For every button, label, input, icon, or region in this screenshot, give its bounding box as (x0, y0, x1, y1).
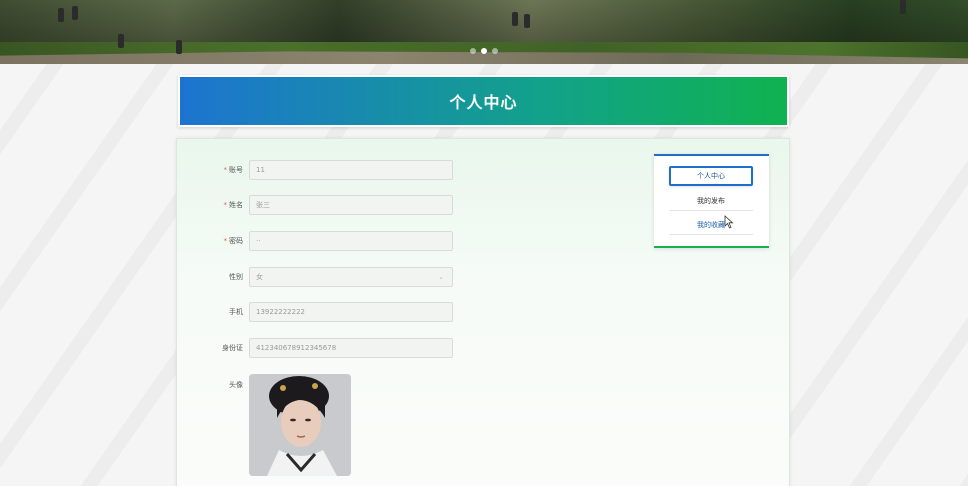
field-label: 头像 (229, 381, 243, 389)
field-label: 身份证 (222, 344, 243, 352)
menu-item-favorites[interactable]: 我的收藏 (669, 215, 753, 235)
banner-figure (118, 34, 124, 48)
page-title: 个人中心 (449, 93, 518, 112)
banner-figure (512, 12, 518, 26)
phone-input[interactable]: 13922222222 (249, 302, 453, 322)
carousel-indicator (470, 48, 498, 54)
banner-figure (900, 0, 906, 14)
banner-figure (176, 40, 182, 54)
form-row-name: * 姓名 张三 (177, 195, 453, 215)
password-input[interactable]: ·· (249, 231, 453, 251)
user-side-menu: 个人中心 我的发布 我的收藏 (654, 154, 769, 248)
field-label: * 密码 (223, 237, 244, 245)
menu-item-my-posts[interactable]: 我的发布 (669, 191, 753, 211)
form-row-idcard: 身份证 412340678912345678 (177, 338, 453, 358)
form-row-avatar: 头像 (177, 374, 351, 476)
banner-figure (58, 8, 64, 22)
form-row-phone: 手机 13922222222 (177, 302, 453, 322)
carousel-dot[interactable] (470, 48, 476, 54)
gender-value: 女 (256, 273, 263, 281)
page-title-bar: 个人中心 (178, 75, 789, 127)
mouse-cursor-icon (724, 215, 734, 229)
name-input[interactable]: 张三 (249, 195, 453, 215)
carousel-dot[interactable] (492, 48, 498, 54)
field-label: 手机 (229, 308, 243, 316)
field-label: * 账号 (223, 166, 244, 174)
banner-figure (524, 14, 530, 28)
banner-carousel[interactable] (0, 0, 968, 64)
required-mark: * (223, 201, 228, 209)
chevron-down-icon: ⌄ (438, 273, 444, 281)
form-row-account: * 账号 11 (177, 160, 453, 180)
gender-select[interactable]: 女 ⌄ (249, 267, 453, 287)
avatar-portrait (249, 374, 351, 476)
carousel-dot-active[interactable] (481, 48, 487, 54)
avatar-image[interactable] (249, 374, 351, 476)
field-label: * 姓名 (223, 201, 244, 209)
required-mark: * (223, 166, 228, 174)
menu-item-profile[interactable]: 个人中心 (669, 166, 753, 186)
form-row-password: * 密码 ·· (177, 231, 453, 251)
field-label: 性别 (229, 273, 243, 281)
banner-figure (72, 6, 78, 20)
form-row-gender: 性别 女 ⌄ (177, 267, 453, 287)
required-mark: * (223, 237, 228, 245)
account-input[interactable]: 11 (249, 160, 453, 180)
id-card-input[interactable]: 412340678912345678 (249, 338, 453, 358)
